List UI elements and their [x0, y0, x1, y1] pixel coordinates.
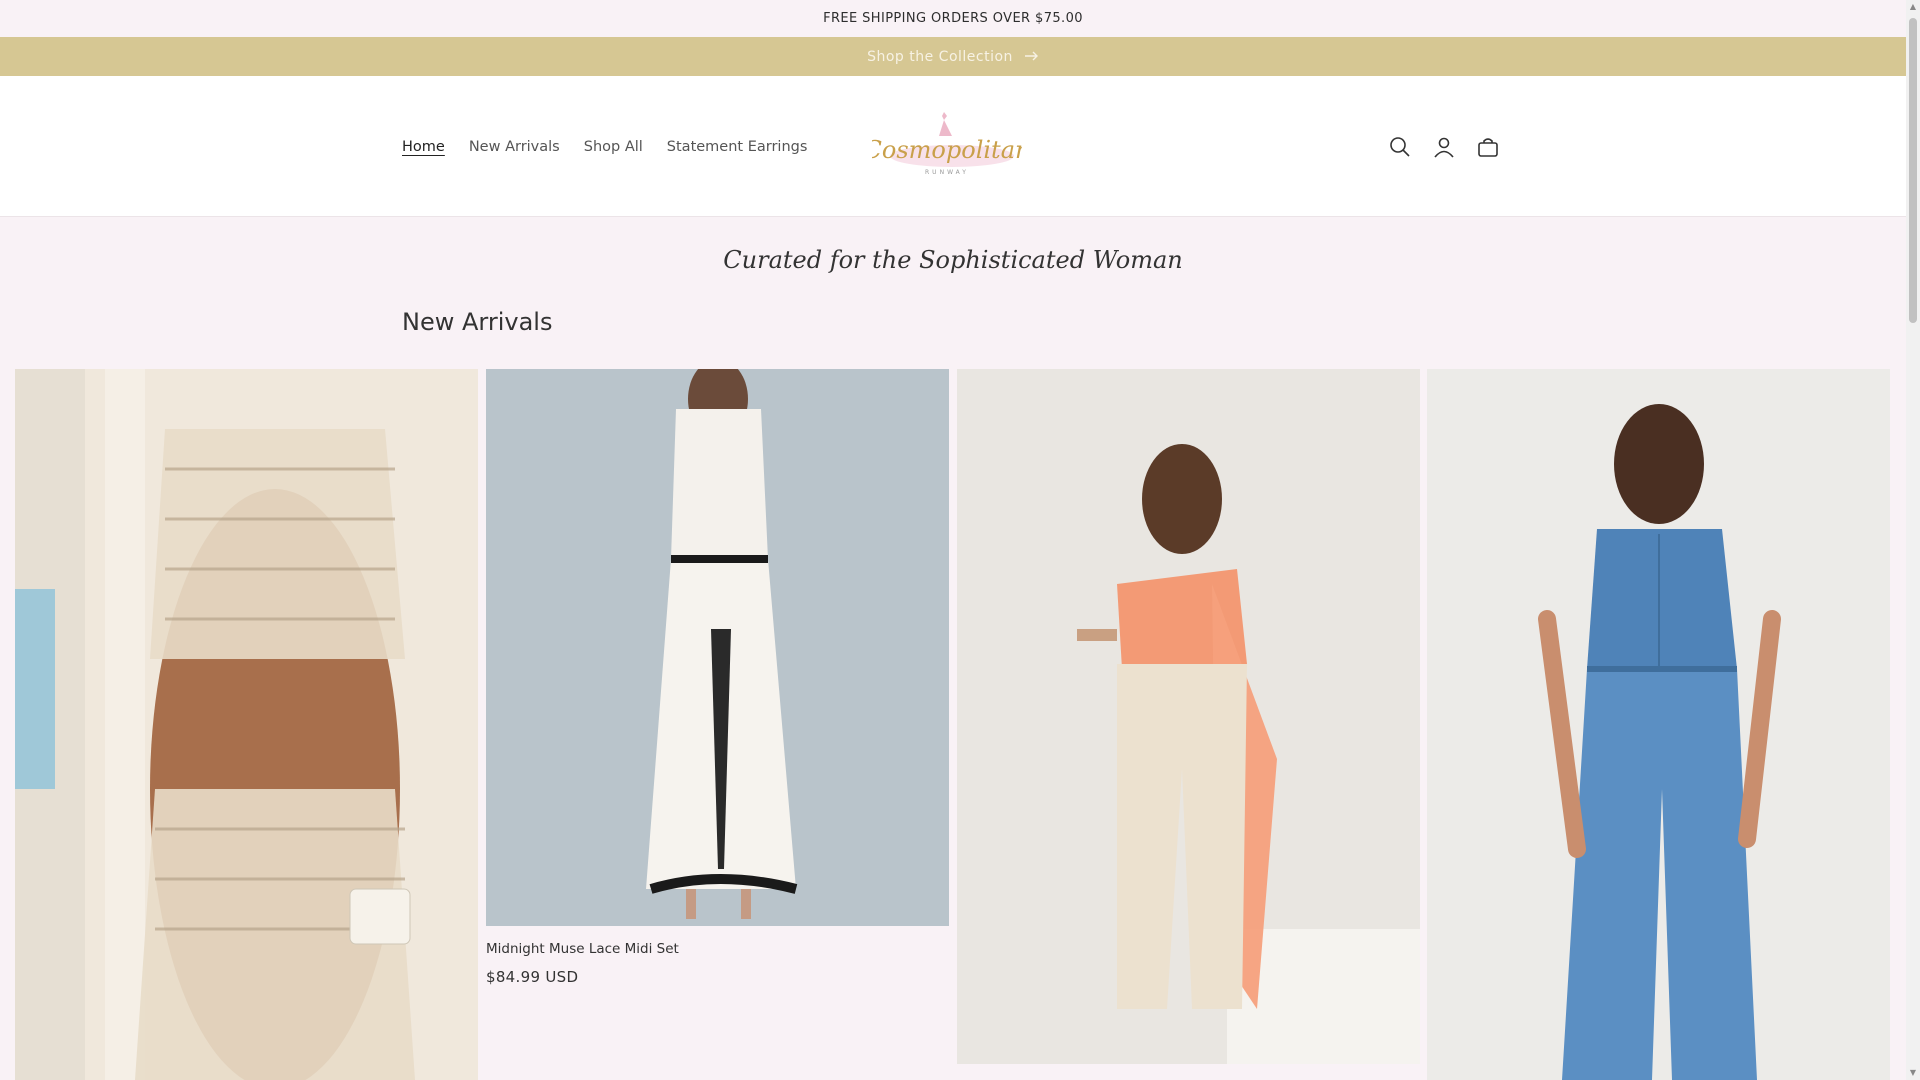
nav-item-shop-all[interactable]: Shop All — [584, 139, 643, 155]
product-image[interactable] — [957, 369, 1420, 1064]
product-name[interactable]: Midnight Muse Lace Midi Set — [486, 941, 679, 957]
nav-item-statement-earrings[interactable]: Statement Earrings — [667, 139, 808, 155]
product-price: $84.99 USD — [486, 968, 579, 986]
product-card[interactable] — [1427, 369, 1890, 1080]
announcement-text: FREE SHIPPING ORDERS OVER $75.00 — [823, 11, 1083, 26]
svg-text:Cosmopolitan: Cosmopolitan — [872, 136, 1022, 164]
shop-collection-link[interactable]: Shop the Collection — [867, 49, 1039, 65]
scroll-thumb[interactable] — [1909, 18, 1917, 323]
logo-graphic: Cosmopolitan RUNWAY — [864, 112, 1030, 176]
account-icon[interactable] — [1432, 135, 1456, 159]
search-icon[interactable] — [1388, 135, 1412, 159]
product-image[interactable] — [486, 369, 949, 926]
page-scrollbar[interactable]: ▲ ▼ — [1906, 0, 1920, 1080]
scroll-up-icon[interactable]: ▲ — [1909, 3, 1917, 11]
nav-item-new-arrivals[interactable]: New Arrivals — [469, 139, 560, 155]
brand-logo[interactable]: Cosmopolitan RUNWAY — [864, 106, 1030, 186]
product-card[interactable] — [486, 369, 949, 926]
arrow-right-icon — [1024, 49, 1039, 65]
collection-banner: Shop the Collection — [0, 37, 1906, 76]
shop-collection-label: Shop the Collection — [867, 48, 1013, 65]
product-image[interactable] — [1427, 369, 1890, 1080]
section-title: New Arrivals — [402, 308, 553, 336]
page-tagline: Curated for the Sophisticated Woman — [723, 246, 1183, 274]
product-image[interactable] — [15, 369, 478, 1080]
cart-icon[interactable] — [1476, 135, 1500, 159]
site-header: Home New Arrivals Shop All Statement Ear… — [0, 76, 1906, 217]
svg-text:RUNWAY: RUNWAY — [925, 169, 969, 176]
nav-item-home[interactable]: Home — [402, 139, 445, 155]
product-card[interactable] — [15, 369, 478, 1080]
scroll-down-icon[interactable]: ▼ — [1909, 1069, 1917, 1077]
announcement-bar: FREE SHIPPING ORDERS OVER $75.00 — [0, 0, 1906, 37]
header-icons — [1388, 76, 1500, 217]
product-card[interactable] — [957, 369, 1420, 1064]
main-nav: Home New Arrivals Shop All Statement Ear… — [402, 76, 807, 217]
